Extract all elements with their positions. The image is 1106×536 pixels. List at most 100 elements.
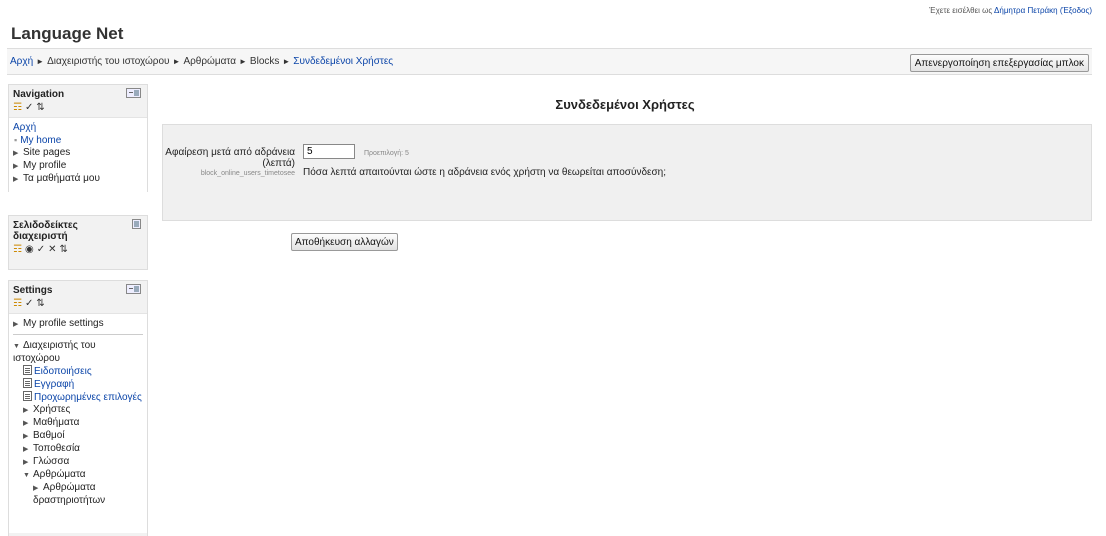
settings-item-profile-settings-label: My profile settings [23, 318, 104, 329]
field-label: Αφαίρεση μετά από αδράνεια (λεπτά) [165, 147, 295, 169]
settings-item-notifications[interactable]: Ειδοποιήσεις [13, 365, 143, 378]
settings-item-language[interactable]: ▶ Γλώσσα [13, 456, 143, 469]
settings-item-registration-label[interactable]: Εγγραφή [34, 379, 74, 390]
collapsed-arrow-icon: ▶ [33, 485, 39, 492]
settings-item-plugins[interactable]: ▼ Αρθρώματα [13, 469, 143, 482]
settings-item-location[interactable]: ▶ Τοποθεσία [13, 443, 143, 456]
nav-item-site-pages[interactable]: ▶ Site pages [13, 147, 143, 160]
default-value-note: Προεπιλογή: 5 [364, 150, 409, 157]
navigation-block-title: Navigation [13, 89, 65, 100]
settings-item-advanced-features[interactable]: Προχωρημένες επιλογές [13, 391, 143, 404]
navigation-block: Navigation ☶ ✓ ⇅ Αρχή ▪ My home ▶ Site pages… [8, 84, 148, 192]
expanded-arrow-icon: ▼ [23, 472, 30, 479]
breadcrumb-item-blocks: Blocks [249, 56, 280, 67]
configure-icon[interactable]: ✓ [25, 102, 33, 113]
site-title: Language Net [11, 24, 124, 43]
settings-item-activity-modules[interactable]: ▶ Αρθρώματα δραστηριοτήτων [13, 482, 143, 507]
settings-item-profile-settings[interactable]: ▶ My profile settings [13, 318, 143, 331]
settings-item-site-admin-label: Διαχειριστής του ιστοχώρου [13, 340, 96, 364]
settings-item-language-label: Γλώσσα [33, 456, 70, 467]
settings-item-location-label: Τοποθεσία [33, 443, 80, 454]
nav-item-my-profile-label: My profile [23, 160, 67, 171]
breadcrumb: Αρχή ► Διαχειριστής του ιστοχώρου ► Αρθρώματ… [10, 56, 393, 67]
admin-bookmarks-block-title: Σελιδοδείκτες διαχειριστή [13, 220, 78, 242]
settings-block-title: Settings [13, 285, 53, 296]
collapsed-arrow-icon: ▶ [23, 446, 29, 453]
collapsed-arrow-icon: ▶ [23, 420, 29, 427]
settings-block: Settings ☶ ✓ ⇅ ▶ My profile settings ▼ Διαχε… [8, 280, 148, 536]
breadcrumb-item-plugins: Αρθρώματα [183, 56, 236, 67]
login-prefix: Έχετε εισέλθει ως [929, 6, 995, 15]
delete-icon[interactable]: ✕ [48, 244, 56, 255]
dock-block-icon[interactable] [132, 219, 141, 229]
collapsed-arrow-icon: ▶ [13, 321, 19, 328]
field-description: Πόσα λεπτά απαιτούνται ώστε η αδράνεια ε… [303, 167, 666, 178]
settings-item-activity-modules-label: Αρθρώματα δραστηριοτήτων [33, 482, 106, 506]
navbar: Αρχή ► Διαχειριστής του ιστοχώρου ► Αρθρώματ… [7, 48, 1092, 75]
settings-item-users-label: Χρήστες [33, 404, 71, 415]
block-controls: ☶ ✓ ⇅ [9, 103, 147, 117]
settings-item-courses-label: Μαθήματα [33, 417, 80, 428]
dock-block-icon[interactable] [126, 88, 141, 98]
settings-item-grades[interactable]: ▶ Βαθμοί [13, 430, 143, 443]
settings-block-content: ▶ My profile settings ▼ Διαχειριστής του ι… [9, 313, 147, 533]
turn-editing-off-button[interactable]: Απενεργοποίηση επεξεργασίας μπλοκ [909, 54, 1089, 72]
move-icon[interactable]: ⇅ [59, 244, 67, 255]
settings-item-advanced-features-label[interactable]: Προχωρημένες επιλογές [34, 392, 142, 403]
settings-item-grades-label: Βαθμοί [33, 430, 65, 441]
settings-page-icon [23, 378, 32, 388]
settings-page-icon [23, 391, 32, 401]
timetosee-input[interactable] [303, 144, 355, 159]
nav-item-my-courses-label: Τα μαθήματά μου [23, 173, 100, 184]
logout-link[interactable]: (Έξοδος) [1060, 6, 1092, 15]
assign-roles-icon[interactable]: ☶ [13, 298, 22, 309]
page-header: Language Net Έχετε εισέλθει ως Δήμητρα Π… [0, 0, 1106, 48]
bullet-icon: ▪ [14, 135, 18, 145]
nav-item-my-courses[interactable]: ▶ Τα μαθήματά μου [13, 173, 143, 186]
login-info: Έχετε εισέλθει ως Δήμητρα Πετράκη (Έξοδο… [929, 6, 1092, 15]
save-changes-button[interactable]: Αποθήκευση αλλαγών [291, 233, 398, 251]
hide-icon[interactable]: ◉ [25, 244, 34, 255]
configure-icon[interactable]: ✓ [25, 298, 33, 309]
settings-item-users[interactable]: ▶ Χρήστες [13, 404, 143, 417]
admin-bookmarks-block: Σελιδοδείκτες διαχειριστή ☶ ◉ ✓ ✕ ⇅ [8, 215, 148, 270]
nav-item-my-profile[interactable]: ▶ My profile [13, 160, 143, 173]
page-title: Συνδεδεμένοι Χρήστες [555, 97, 695, 112]
collapsed-arrow-icon: ▶ [13, 150, 19, 157]
navigation-block-header: Navigation [9, 85, 147, 103]
collapsed-arrow-icon: ▶ [23, 407, 29, 414]
settings-item-plugins-label: Αρθρώματα [33, 469, 86, 480]
breadcrumb-separator-icon: ► [239, 57, 247, 66]
collapsed-arrow-icon: ▶ [23, 433, 29, 440]
block-controls: ☶ ✓ ⇅ [9, 299, 147, 313]
divider [13, 334, 143, 335]
breadcrumb-separator-icon: ► [282, 57, 291, 66]
settings-item-registration[interactable]: Εγγραφή [13, 378, 143, 391]
nav-item-home[interactable]: Αρχή [13, 122, 143, 134]
breadcrumb-separator-icon: ► [172, 57, 181, 66]
assign-roles-icon[interactable]: ☶ [13, 244, 22, 255]
nav-item-my-home[interactable]: ▪ My home [13, 134, 143, 147]
nav-item-my-home-label[interactable]: My home [20, 135, 61, 146]
field-setting-key: block_online_users_timetosee [200, 170, 295, 177]
move-icon[interactable]: ⇅ [36, 298, 44, 309]
configure-icon[interactable]: ✓ [37, 244, 45, 255]
breadcrumb-item-home[interactable]: Αρχή [10, 56, 33, 67]
breadcrumb-item-online-users[interactable]: Συνδεδεμένοι Χρήστες [293, 56, 393, 67]
user-name-link[interactable]: Δήμητρα Πετράκη [994, 6, 1058, 15]
settings-item-notifications-label[interactable]: Ειδοποιήσεις [34, 366, 92, 377]
settings-form: Αφαίρεση μετά από αδράνεια (λεπτά) block… [162, 124, 1092, 221]
settings-item-courses[interactable]: ▶ Μαθήματα [13, 417, 143, 430]
settings-item-site-admin[interactable]: ▼ Διαχειριστής του ιστοχώρου [13, 340, 143, 365]
dock-block-icon[interactable] [126, 284, 141, 294]
block-controls: ☶ ◉ ✓ ✕ ⇅ [9, 245, 147, 259]
collapsed-arrow-icon: ▶ [13, 176, 19, 183]
move-icon[interactable]: ⇅ [36, 102, 44, 113]
nav-item-site-pages-label: Site pages [23, 147, 71, 158]
breadcrumb-separator-icon: ► [36, 57, 45, 66]
assign-roles-icon[interactable]: ☶ [13, 102, 22, 113]
navigation-block-content: Αρχή ▪ My home ▶ Site pages ▶ My profile ▶ Τ… [9, 117, 147, 192]
settings-page-icon [23, 365, 32, 375]
collapsed-arrow-icon: ▶ [23, 459, 29, 466]
breadcrumb-item-site-admin: Διαχειριστής του ιστοχώρου [47, 56, 170, 67]
